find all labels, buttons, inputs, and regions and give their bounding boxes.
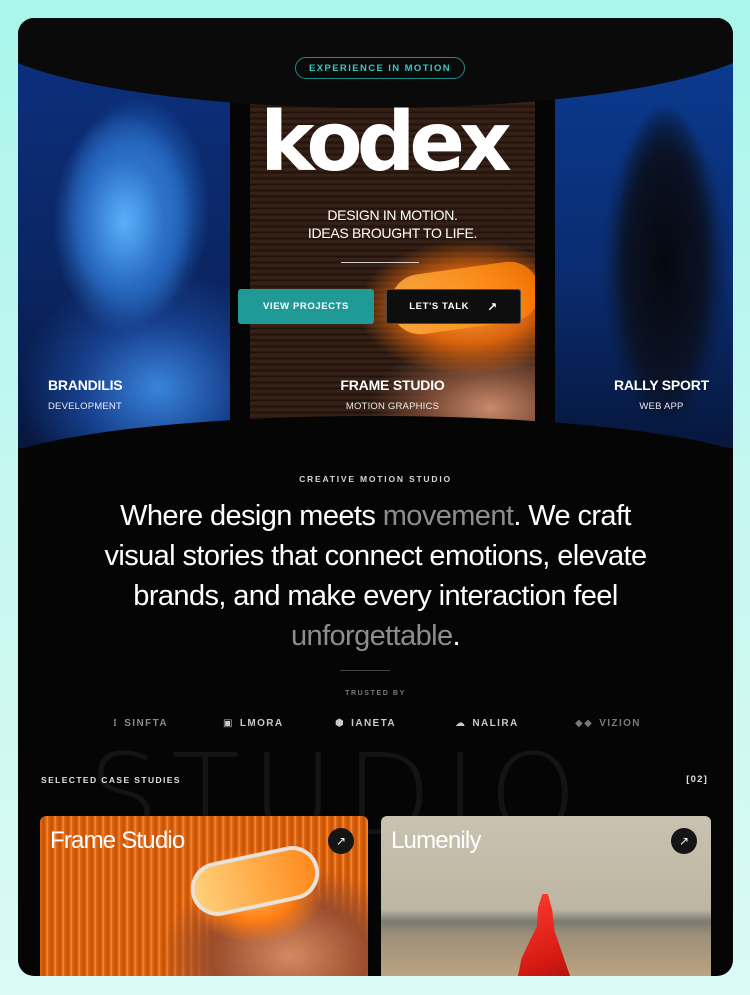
client-logo-name: SINFTA <box>124 718 168 729</box>
case-study-card-lumenily[interactable]: Lumenily ↗ <box>381 816 711 976</box>
lmora-mark-icon: ▣ <box>223 718 234 729</box>
panel-subtitle: WEB APP <box>639 401 684 412</box>
section-divider <box>340 670 390 671</box>
hero-tagline: DESIGN IN MOTION. IDEAS BROUGHT TO LIFE. <box>250 206 535 242</box>
client-logo-ianeta: ⬢ IANETA <box>335 718 396 729</box>
tagline-line: DESIGN IN MOTION. <box>327 207 458 223</box>
tagline-line: IDEAS BROUGHT TO LIFE. <box>307 225 478 241</box>
manifesto-part: Where design meets <box>120 500 383 532</box>
ianeta-mark-icon: ⬢ <box>335 718 346 729</box>
panel-caption: RALLY SPORT WEB APP <box>614 377 709 412</box>
client-logo-name: LMORA <box>239 718 284 729</box>
page-frame: BRANDILIS DEVELOPMENT FRAME STUDIO MOTIO… <box>18 18 733 976</box>
client-logo-lmora: ▣ LMORA <box>223 718 284 729</box>
view-projects-button[interactable]: VIEW PROJECTS <box>238 289 374 324</box>
portrait-image <box>43 113 203 373</box>
sinfta-mark-icon: ⁝ <box>113 718 119 729</box>
arrow-up-right-icon[interactable]: ↗ <box>328 828 354 854</box>
case-studies-label: SELECTED CASE STUDIES <box>41 775 181 785</box>
hero-badge: EXPERIENCE IN MOTION <box>295 57 465 79</box>
lets-talk-label: LET'S TALK <box>409 301 470 312</box>
vizion-mark-icon: ◆◆ <box>575 718 594 729</box>
trusted-by-label: TRUSTED BY <box>345 690 406 697</box>
arrow-up-right-icon: ↗ <box>487 299 498 314</box>
manifesto-part: . <box>452 620 461 652</box>
card-title: Lumenily <box>391 827 481 854</box>
lets-talk-button[interactable]: LET'S TALK ↗ <box>386 289 521 324</box>
red-dress-figure-image <box>516 894 571 976</box>
arrow-up-right-icon[interactable]: ↗ <box>671 828 697 854</box>
client-logo-name: VIZION <box>599 718 641 729</box>
panel-caption: BRANDILIS DEVELOPMENT <box>48 377 123 412</box>
case-study-card-frame-studio[interactable]: Frame Studio ↗ <box>40 816 368 976</box>
client-logo-sinfta: ⁝ SINFTA <box>113 718 168 729</box>
project-panel-brandilis[interactable]: BRANDILIS DEVELOPMENT <box>18 58 230 448</box>
manifesto-text: Where design meets movement. We craft vi… <box>98 496 653 656</box>
card-title: Frame Studio <box>50 827 185 854</box>
manifesto-highlight: movement <box>382 500 514 532</box>
case-studies-count: [02] <box>686 774 708 785</box>
project-panel-rally-sport[interactable]: RALLY SPORT WEB APP <box>555 58 733 448</box>
panel-title: RALLY SPORT <box>613 377 709 393</box>
manifesto-highlight: unforgettable <box>291 620 453 652</box>
panel-caption: FRAME STUDIO MOTION GRAPHICS <box>250 377 535 412</box>
goggles-image <box>185 841 325 921</box>
client-logo-name: IANETA <box>351 718 397 729</box>
client-logo-vizion: ◆◆ VIZION <box>575 718 641 729</box>
section-eyebrow: CREATIVE MOTION STUDIO <box>299 474 452 484</box>
panel-subtitle: DEVELOPMENT <box>48 401 122 412</box>
nalira-mark-icon: ☁ <box>455 718 467 729</box>
client-logo-name: NALIRA <box>472 718 519 729</box>
panel-title: BRANDILIS <box>48 377 123 393</box>
panel-title: FRAME STUDIO <box>340 377 445 393</box>
client-logo-nalira: ☁ NALIRA <box>455 718 519 729</box>
brand-logo[interactable]: kodex <box>218 98 548 188</box>
panel-subtitle: MOTION GRAPHICS <box>345 401 440 412</box>
hero-divider <box>341 262 419 263</box>
client-logo-row: ⁝ SINFTA ▣ LMORA ⬢ IANETA ☁ NALIRA ◆◆ VI… <box>113 718 653 732</box>
hero-section: BRANDILIS DEVELOPMENT FRAME STUDIO MOTIO… <box>18 18 733 458</box>
